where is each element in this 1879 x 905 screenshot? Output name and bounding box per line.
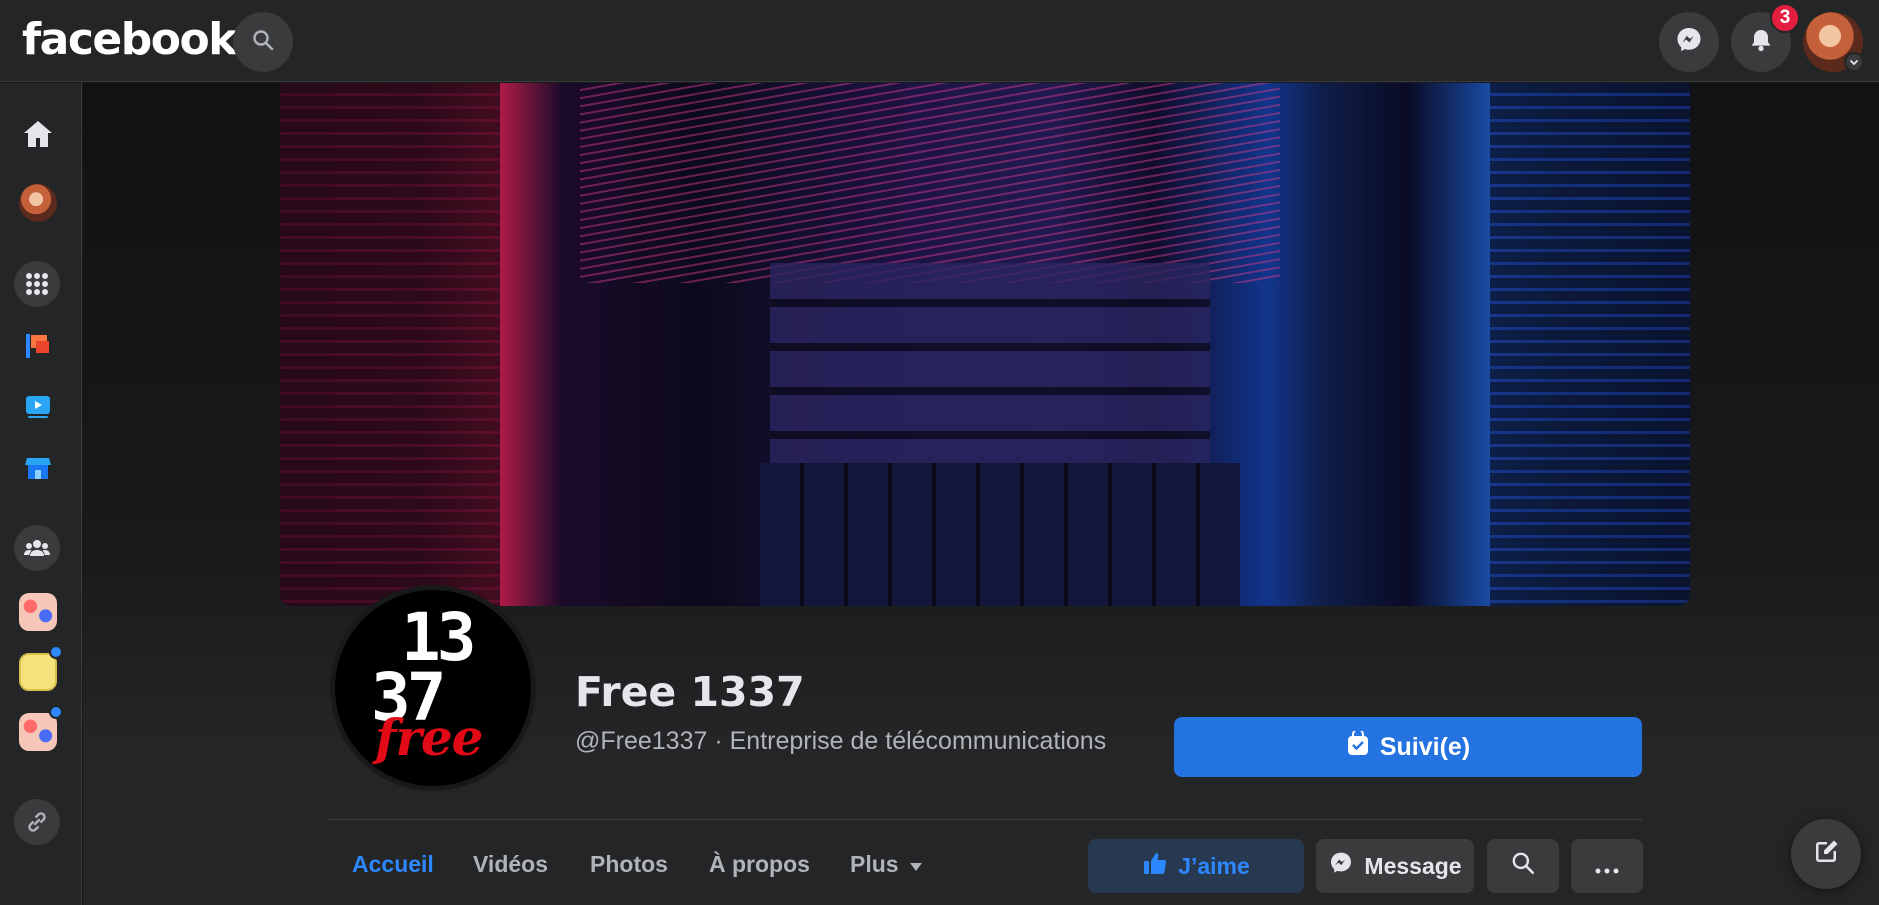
- search-button[interactable]: [233, 12, 293, 72]
- logo-word: free: [375, 708, 483, 767]
- group-avatar-2[interactable]: [19, 653, 57, 691]
- cover-detail: [1490, 83, 1690, 606]
- tab-a-propos[interactable]: À propos: [709, 851, 810, 878]
- profile-avatar[interactable]: [19, 184, 57, 222]
- messenger-icon: [1674, 25, 1704, 60]
- cover-detail: [760, 463, 1240, 606]
- new-message-button[interactable]: [1791, 819, 1861, 889]
- left-navigation-rail: [0, 83, 82, 905]
- search-page-button[interactable]: [1487, 839, 1559, 893]
- cover-detail: [280, 83, 500, 606]
- home-icon[interactable]: [13, 109, 63, 159]
- bell-icon: [1747, 26, 1775, 59]
- group-avatar-3[interactable]: [19, 713, 57, 751]
- cover-detail: [580, 83, 1280, 283]
- messenger-icon: [1328, 850, 1354, 882]
- following-button[interactable]: Suivi(e): [1174, 717, 1642, 777]
- search-icon: [1510, 850, 1536, 882]
- watch-video-icon[interactable]: [13, 382, 63, 432]
- divider: [328, 819, 1642, 820]
- like-button-label: J’aime: [1178, 852, 1250, 879]
- page-profile-picture[interactable]: 13 37 free: [330, 585, 536, 791]
- search-icon: [251, 28, 275, 57]
- message-button-label: Message: [1364, 852, 1462, 879]
- message-button[interactable]: Message: [1316, 839, 1474, 893]
- unread-dot: [49, 705, 63, 719]
- menu-grid-icon[interactable]: [14, 261, 60, 307]
- more-dots-icon: [1595, 853, 1619, 880]
- chevron-down-icon[interactable]: [1844, 52, 1864, 72]
- notification-count-badge: 3: [1770, 3, 1800, 33]
- marketplace-store-icon[interactable]: [13, 443, 63, 493]
- tab-photos[interactable]: Photos: [590, 851, 668, 878]
- groups-icon[interactable]: [14, 525, 60, 571]
- tab-accueil[interactable]: Accueil: [352, 851, 434, 878]
- thumbs-up-icon: [1142, 850, 1168, 882]
- link-icon[interactable]: [14, 799, 60, 845]
- like-button[interactable]: J’aime: [1088, 839, 1304, 893]
- free-1337-logo: 13 37 free: [335, 590, 531, 786]
- compose-icon: [1811, 837, 1841, 872]
- page-subtitle: @Free1337 · Entreprise de télécommunicat…: [575, 727, 1107, 755]
- pages-flag-icon[interactable]: [13, 321, 63, 371]
- tab-videos[interactable]: Vidéos: [473, 851, 548, 878]
- unread-dot: [49, 645, 63, 659]
- facebook-logo[interactable]: facebook: [22, 14, 237, 65]
- followed-check-icon: [1346, 728, 1370, 764]
- tab-plus[interactable]: Plus: [850, 851, 923, 878]
- page-title: Free 1337: [575, 668, 805, 716]
- following-button-label: Suivi(e): [1379, 732, 1471, 761]
- caret-down-icon: [909, 851, 923, 878]
- more-options-button[interactable]: [1571, 839, 1643, 893]
- tab-plus-label: Plus: [850, 851, 899, 877]
- group-avatar-1[interactable]: [19, 593, 57, 631]
- top-navigation-bar: facebook 3: [0, 0, 1879, 82]
- messenger-button[interactable]: [1659, 12, 1719, 72]
- cover-photo[interactable]: [280, 83, 1690, 606]
